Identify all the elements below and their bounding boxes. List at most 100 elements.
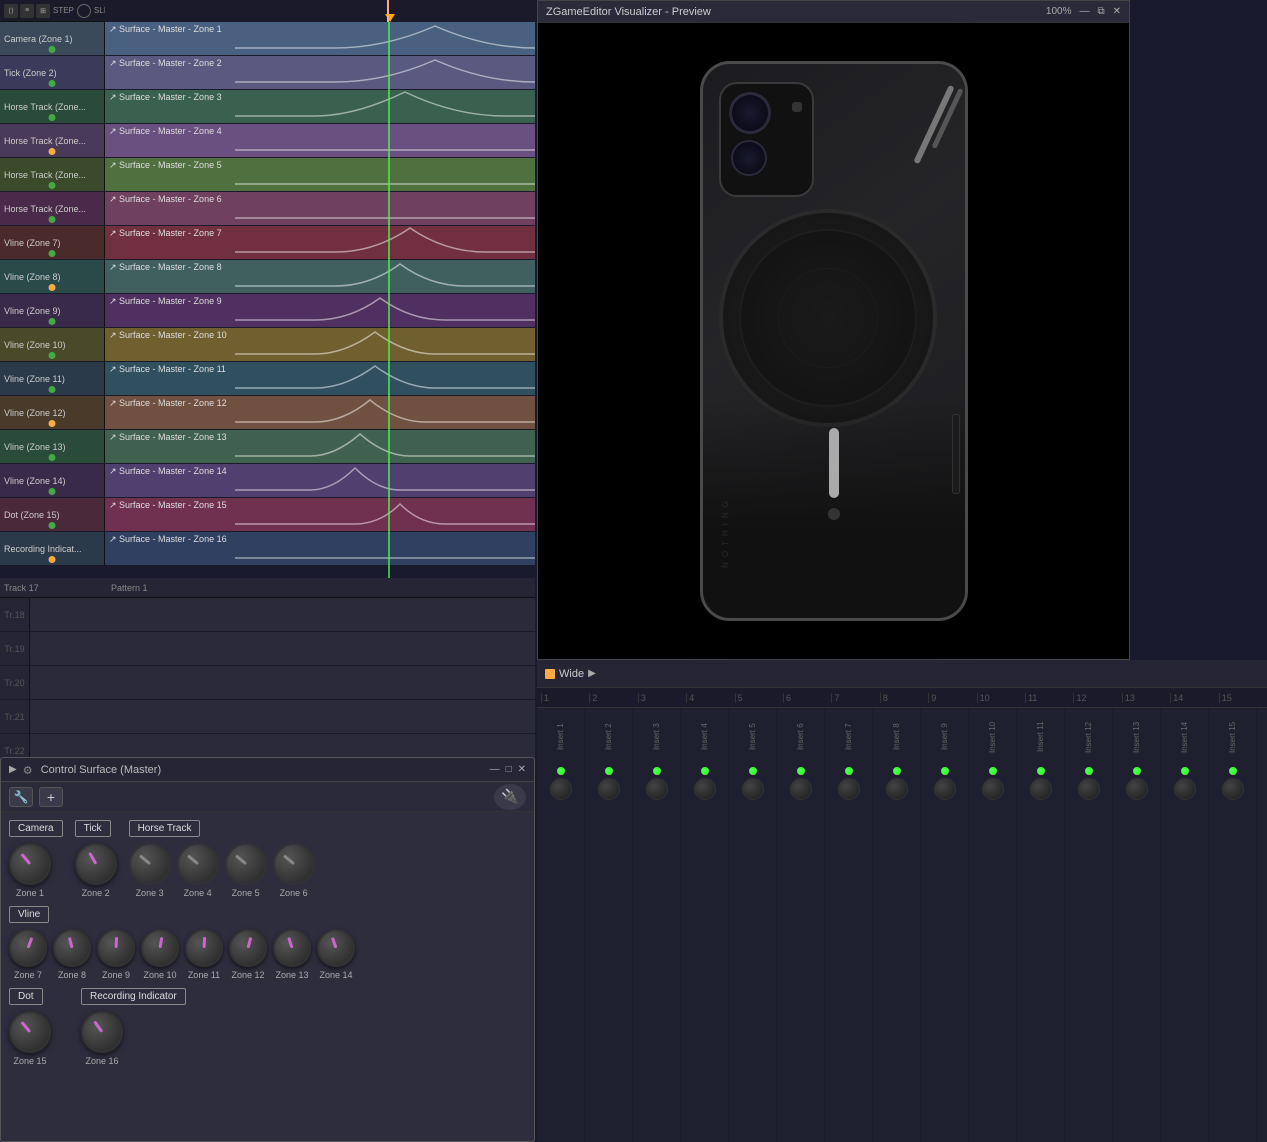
track-content-16: ↗ Surface - Master - Zone 16 xyxy=(105,532,535,565)
channel-knob[interactable] xyxy=(1030,778,1052,800)
track-content-7: ↗ Surface - Master - Zone 7 xyxy=(105,226,535,259)
track-17-row: Track 17 Pattern 1 xyxy=(0,578,535,598)
step-label: STEP xyxy=(53,6,74,15)
preview-restore-btn[interactable]: ⧉ xyxy=(1097,6,1104,17)
cs-plus-btn[interactable]: + xyxy=(39,787,63,807)
extra-track-label: Tr.19 xyxy=(0,632,30,665)
cs-knob-zone10[interactable]: Zone 10 xyxy=(141,929,179,980)
preview-content: NOTHING xyxy=(538,23,1129,659)
track-17-label: Track 17 xyxy=(0,583,105,593)
channel-knob[interactable] xyxy=(1078,778,1100,800)
track-content-4: ↗ Surface - Master - Zone 4 xyxy=(105,124,535,157)
cs-title-arrow[interactable]: ▶ xyxy=(9,764,17,775)
channel-knob[interactable] xyxy=(838,778,860,800)
mixer-channel: Insert 10 xyxy=(969,708,1017,1142)
cs-knob-zone15[interactable]: Zone 15 xyxy=(9,1011,51,1066)
ruler-mark: 3 xyxy=(638,693,686,703)
channel-active-dot xyxy=(605,767,613,775)
cs-title-icon-gear: ⚙ xyxy=(23,764,35,776)
ruler-mark: 6 xyxy=(783,693,831,703)
channel-label: Insert 10 xyxy=(988,712,997,762)
channel-knob[interactable] xyxy=(1126,778,1148,800)
channel-label: Insert 4 xyxy=(700,712,709,762)
track-dot-6 xyxy=(49,216,56,223)
cs-knob-zone5[interactable]: Zone 5 xyxy=(225,843,267,898)
track-content-2: ↗ Surface - Master - Zone 2 xyxy=(105,56,535,89)
ruler-mark: 1 xyxy=(541,693,589,703)
track-row-8: Vline (Zone 8)↗ Surface - Master - Zone … xyxy=(0,260,535,294)
channel-knob[interactable] xyxy=(1222,778,1244,800)
channel-knob[interactable] xyxy=(1174,778,1196,800)
cs-knob-zone8[interactable]: Zone 8 xyxy=(53,929,91,980)
ruler-mark: 7 xyxy=(831,693,879,703)
cs-knob-zone14[interactable]: Zone 14 xyxy=(317,929,355,980)
mixer-channel: Insert 5 xyxy=(729,708,777,1142)
cs-knob-zone13[interactable]: Zone 13 xyxy=(273,929,311,980)
preview-controls: 100% — ⧉ ✕ xyxy=(1046,6,1121,17)
track-row-11: Vline (Zone 11)↗ Surface - Master - Zone… xyxy=(0,362,535,396)
cs-knob-zone16[interactable]: Zone 16 xyxy=(81,1011,123,1066)
channel-label: Insert 11 xyxy=(1036,712,1045,762)
track-dot-8 xyxy=(49,284,56,291)
preview-close-btn[interactable]: ✕ xyxy=(1113,6,1121,17)
cs-knob-zone2[interactable]: Zone 2 xyxy=(75,843,117,898)
cs-toolbar: 🔧 + 🔌 xyxy=(1,782,534,812)
extra-track-content xyxy=(30,632,535,665)
cs-plugin-btn[interactable]: 🔌 xyxy=(494,784,526,810)
track-label-7: Vline (Zone 7) xyxy=(0,226,105,259)
channel-knob[interactable] xyxy=(934,778,956,800)
mixer-channel: Insert 3 xyxy=(633,708,681,1142)
channel-active-dot xyxy=(557,767,565,775)
track-label-12: Vline (Zone 12) xyxy=(0,396,105,429)
ruler-mark: 2 xyxy=(589,693,637,703)
ruler-mark: 11 xyxy=(1025,693,1073,703)
cs-wrench-btn[interactable]: 🔧 xyxy=(9,787,33,807)
cs-knob-zone12[interactable]: Zone 12 xyxy=(229,929,267,980)
channel-knob[interactable] xyxy=(694,778,716,800)
step-circle[interactable] xyxy=(77,4,91,18)
cs-maximize-btn[interactable]: □ xyxy=(506,764,512,775)
cs-row-1: Camera Zone 1 Tick xyxy=(9,820,526,898)
camera-module xyxy=(719,82,814,197)
ruler-mark: 10 xyxy=(977,693,1025,703)
track-label-8: Vline (Zone 8) xyxy=(0,260,105,293)
phone-bottom-section: NOTHING xyxy=(703,398,965,618)
cs-knob-zone9[interactable]: Zone 9 xyxy=(97,929,135,980)
cs-knob-zone1[interactable]: Zone 1 xyxy=(9,843,51,898)
channel-knob[interactable] xyxy=(886,778,908,800)
channel-knob[interactable] xyxy=(790,778,812,800)
cs-knob-zone7[interactable]: Zone 7 xyxy=(9,929,47,980)
ruler-mark: 12 xyxy=(1073,693,1121,703)
track-row-13: Vline (Zone 13)↗ Surface - Master - Zone… xyxy=(0,430,535,464)
ruler-mark: 5 xyxy=(735,693,783,703)
bottom-dot xyxy=(828,508,840,520)
mixer-channel: Insert 12 xyxy=(1065,708,1113,1142)
channel-active-dot xyxy=(749,767,757,775)
cs-group-horse-track: Horse Track Zone 3 Zone 4 xyxy=(129,820,315,898)
channel-knob[interactable] xyxy=(646,778,668,800)
preview-minimize-btn[interactable]: — xyxy=(1079,6,1089,17)
cs-knob-zone4[interactable]: Zone 4 xyxy=(177,843,219,898)
toolbar-icon-step[interactable]: ⟨⟩ ≡ ⊞ xyxy=(4,4,50,18)
channel-knob[interactable] xyxy=(550,778,572,800)
cs-close-btn[interactable]: ✕ xyxy=(518,764,526,775)
track-row-12: Vline (Zone 12)↗ Surface - Master - Zone… xyxy=(0,396,535,430)
playhead-bar xyxy=(105,0,535,22)
channel-knob[interactable] xyxy=(598,778,620,800)
right-edge-component xyxy=(952,414,960,494)
control-surface-panel: ▶ ⚙ Control Surface (Master) — □ ✕ 🔧 + 🔌… xyxy=(0,757,535,1142)
channel-knob[interactable] xyxy=(982,778,1004,800)
cs-group-recording-indicator: Recording Indicator Zone 16 xyxy=(81,988,186,1066)
track-dot-13 xyxy=(49,454,56,461)
mixer-channel: Insert 2 xyxy=(585,708,633,1142)
track-row-3: Horse Track (Zone...↗ Surface - Master -… xyxy=(0,90,535,124)
cs-knob-zone11[interactable]: Zone 11 xyxy=(185,929,223,980)
track-label-5: Horse Track (Zone... xyxy=(0,158,105,191)
cs-knob-zone3[interactable]: Zone 3 xyxy=(129,843,171,898)
cs-knob-zone6[interactable]: Zone 6 xyxy=(273,843,315,898)
track-row-1: Camera (Zone 1)↗ Surface - Master - Zone… xyxy=(0,22,535,56)
channel-label: Insert 12 xyxy=(1084,712,1093,762)
mixer-expand-arrow[interactable]: ▶ xyxy=(588,668,596,679)
cs-minimize-btn[interactable]: — xyxy=(490,764,500,775)
channel-knob[interactable] xyxy=(742,778,764,800)
